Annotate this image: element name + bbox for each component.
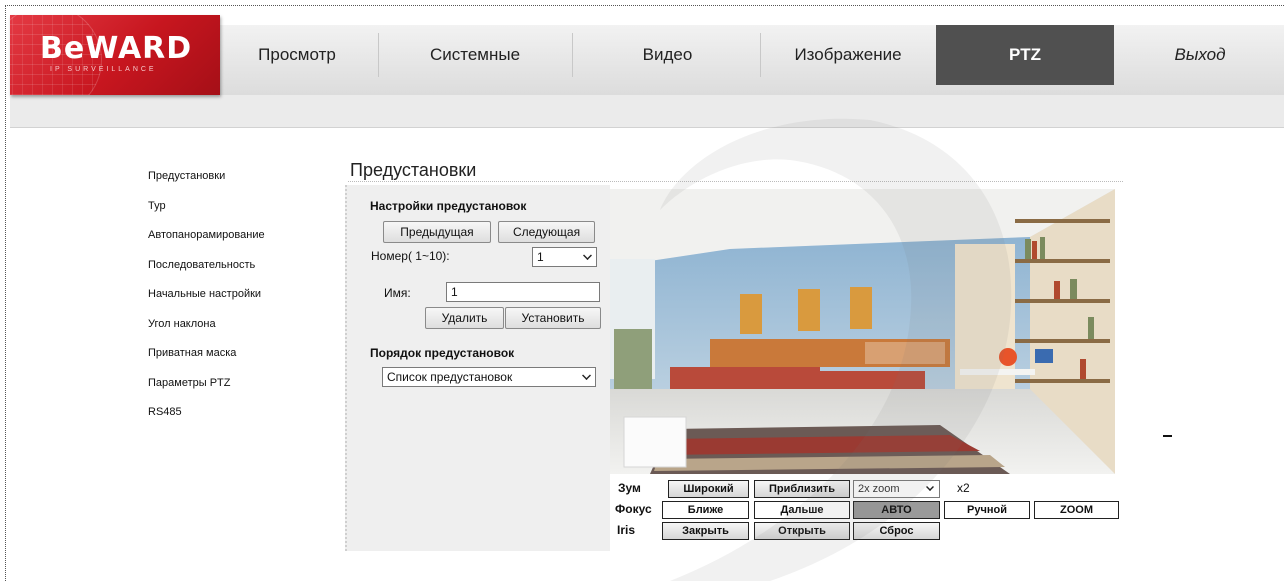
sidebar-item-ptz-params[interactable]: Параметры PTZ [148,377,230,389]
sidebar-item-sequence[interactable]: Последовательность [148,259,255,271]
preset-name-input[interactable]: 1 [446,282,600,302]
nav-separator [760,33,761,77]
preset-order-select[interactable]: Список предустановок [382,367,596,387]
nav-tab-video[interactable]: Видео [580,25,755,85]
preset-order-heading: Порядок предустановок [370,346,515,360]
zoom-level-value: 2x zoom [858,483,900,495]
sidebar-item-tilt-angle[interactable]: Угол наклона [148,318,216,330]
nav-tab-ptz[interactable]: PTZ [936,25,1114,85]
camera-image [610,189,1115,474]
zoom-level-select[interactable]: 2x zoom [853,480,940,498]
nav-tab-image[interactable]: Изображение [762,25,934,85]
iris-reset-button[interactable]: Сброс [853,522,940,540]
chevron-down-icon [926,483,934,491]
beward-logo: BeWARD IP SURVEILLANCE [10,15,220,95]
previous-preset-button[interactable]: Предыдущая [383,221,491,243]
delete-preset-button[interactable]: Удалить [425,307,504,329]
chevron-down-icon [582,371,591,380]
focus-far-button[interactable]: Дальше [754,501,850,519]
next-preset-button[interactable]: Следующая [498,221,595,243]
sidebar-item-presets[interactable]: Предустановки [148,170,225,182]
preset-number-label: Номер( 1~10): [371,249,450,263]
preset-name-label: Имя: [384,286,411,300]
sidebar-item-initial-settings[interactable]: Начальные настройки [148,288,261,300]
nav-separator [572,33,573,77]
camera-live-view[interactable] [610,189,1115,474]
sidebar-item-tour[interactable]: Тур [148,200,166,212]
logo-subtitle: IP SURVEILLANCE [50,66,157,73]
nav-tab-logout[interactable]: Выход [1116,25,1284,85]
focus-near-button[interactable]: Ближе [662,501,749,519]
preset-number-select[interactable]: 1 [532,247,597,267]
iris-label: Iris [617,523,636,537]
sidebar-item-autopan[interactable]: Автопанорамирование [148,229,265,241]
sidebar-item-privacy-mask[interactable]: Приватная маска [148,347,236,359]
zoom-tele-button[interactable]: Приблизить [754,480,850,498]
title-divider [348,181,1123,182]
dash-mark [1163,435,1172,437]
iris-open-button[interactable]: Открыть [754,522,850,540]
zoom-factor-text: x2 [957,481,970,495]
preset-settings-heading: Настройки предустановок [370,199,527,213]
preset-number-value: 1 [537,250,544,264]
zoom-wide-button[interactable]: Широкий [668,480,749,498]
page-title: Предустановки [350,160,477,180]
set-preset-button[interactable]: Установить [505,307,601,329]
focus-zoom-button[interactable]: ZOOM [1034,501,1119,519]
zoom-label: Зум [618,481,641,495]
chevron-down-icon [583,251,592,260]
focus-manual-button[interactable]: Ручной [944,501,1030,519]
preset-order-value: Список предустановок [387,370,513,384]
sub-nav-bar [10,95,1284,128]
focus-auto-button[interactable]: АВТО [853,501,940,519]
sidebar-item-rs485[interactable]: RS485 [148,406,182,418]
nav-tab-system[interactable]: Системные [385,25,565,85]
focus-label: Фокус [615,502,652,516]
nav-separator [378,33,379,77]
logo-text: BeWARD [40,31,193,66]
nav-tab-view[interactable]: Просмотр [222,25,372,85]
iris-close-button[interactable]: Закрыть [662,522,749,540]
